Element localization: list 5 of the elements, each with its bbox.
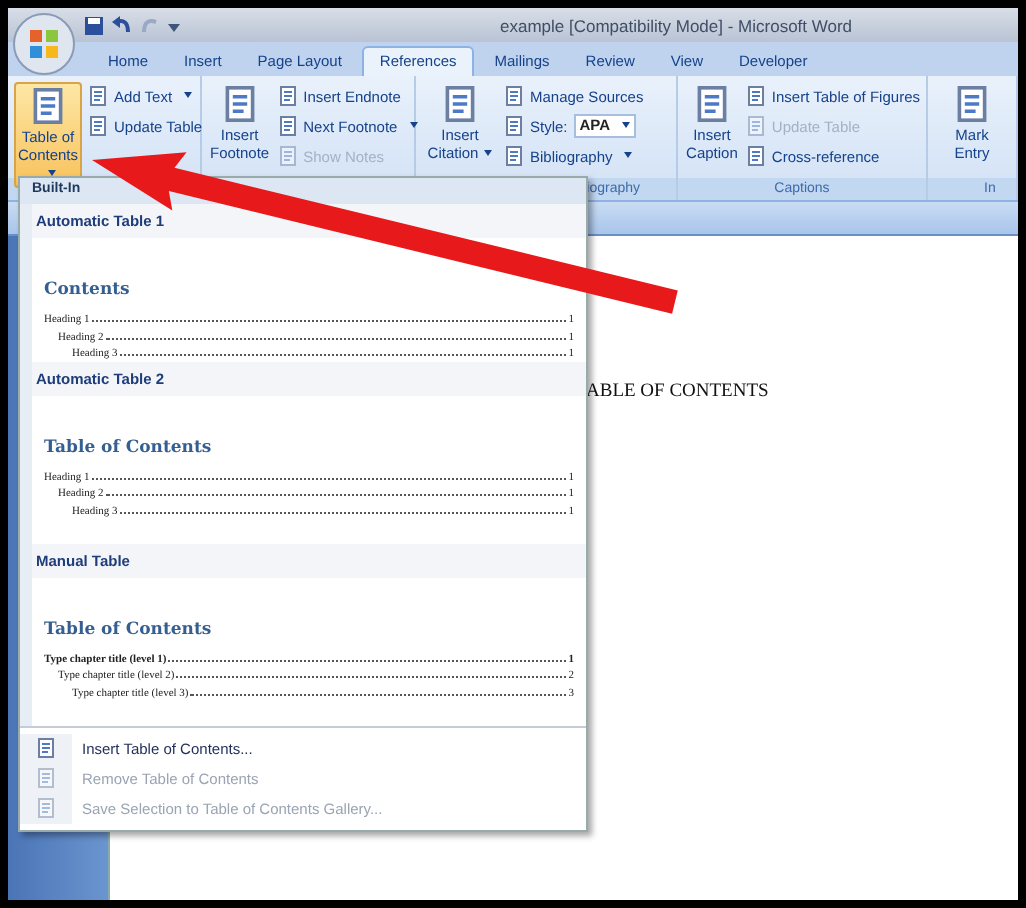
document-text: ABLE OF CONTENTS bbox=[586, 382, 771, 402]
preview-heading: Table of Contents bbox=[44, 437, 214, 457]
window-title: example [Compatibility Mode] - Microsoft Word bbox=[500, 15, 853, 35]
preview-heading: Table of Contents bbox=[44, 619, 214, 639]
preview-heading: Contents bbox=[44, 280, 132, 300]
